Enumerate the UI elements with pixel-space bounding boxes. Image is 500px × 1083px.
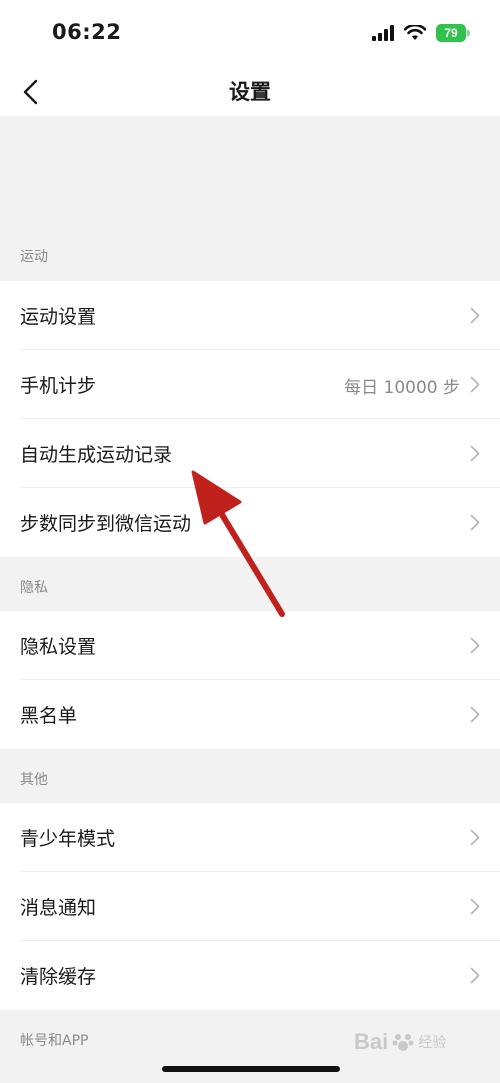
- wifi-icon: [404, 25, 426, 40]
- section-header-sport: 运动: [0, 226, 500, 280]
- status-bar: 06:22 79: [0, 0, 500, 68]
- battery-icon: 79: [436, 24, 470, 42]
- signal-icon: [372, 25, 394, 41]
- section-header-account: 帐号和APP: [0, 1010, 500, 1064]
- row-label: 黑名单: [20, 705, 78, 727]
- section-header-other: 其他: [0, 749, 500, 803]
- section-header-privacy: 隐私: [0, 557, 500, 611]
- row-label: 步数同步到微信运动: [20, 513, 192, 535]
- settings-row-blacklist[interactable]: 黑名单: [0, 680, 500, 749]
- chevron-right-icon: [470, 967, 480, 984]
- settings-row-clear-cache[interactable]: 清除缓存: [0, 941, 500, 1010]
- section-header-label: 帐号和APP: [20, 1033, 89, 1049]
- row-label: 运动设置: [20, 306, 97, 328]
- chevron-right-icon: [470, 307, 480, 324]
- settings-row-sport-settings[interactable]: 运动设置: [0, 281, 500, 350]
- section-header-label: 隐私: [20, 580, 48, 596]
- chevron-right-icon: [470, 445, 480, 462]
- settings-row-teen-mode[interactable]: 青少年模式: [0, 803, 500, 872]
- status-time: 06:22: [52, 20, 122, 44]
- row-label: 隐私设置: [20, 636, 97, 658]
- chevron-right-icon: [470, 898, 480, 915]
- settings-row-phone-step-count[interactable]: 手机计步 每日 10000 步: [0, 350, 500, 419]
- page-title: 设置: [229, 80, 271, 104]
- settings-row-notifications[interactable]: 消息通知: [0, 872, 500, 941]
- row-label: 消息通知: [20, 897, 97, 919]
- chevron-right-icon: [470, 637, 480, 654]
- row-label: 清除缓存: [20, 966, 97, 988]
- home-indicator[interactable]: [162, 1066, 340, 1072]
- section-header-label: 其他: [20, 772, 48, 788]
- nav-bar: 设置: [0, 68, 500, 116]
- chevron-right-icon: [470, 706, 480, 723]
- row-label: 自动生成运动记录: [20, 444, 173, 466]
- row-label: 青少年模式: [20, 828, 116, 850]
- battery-level: 79: [444, 26, 458, 40]
- chevron-right-icon: [470, 514, 480, 531]
- status-icons: 79: [372, 22, 470, 44]
- section-header-label: 运动: [20, 249, 48, 265]
- settings-row-sync-wechat-sport[interactable]: 步数同步到微信运动: [0, 488, 500, 557]
- chevron-right-icon: [470, 829, 480, 846]
- row-label: 手机计步: [20, 375, 97, 397]
- chevron-right-icon: [470, 376, 480, 393]
- settings-row-privacy-settings[interactable]: 隐私设置: [0, 611, 500, 680]
- settings-row-auto-record[interactable]: 自动生成运动记录: [0, 419, 500, 488]
- row-value-daily-steps: 每日 10000 步: [344, 378, 460, 398]
